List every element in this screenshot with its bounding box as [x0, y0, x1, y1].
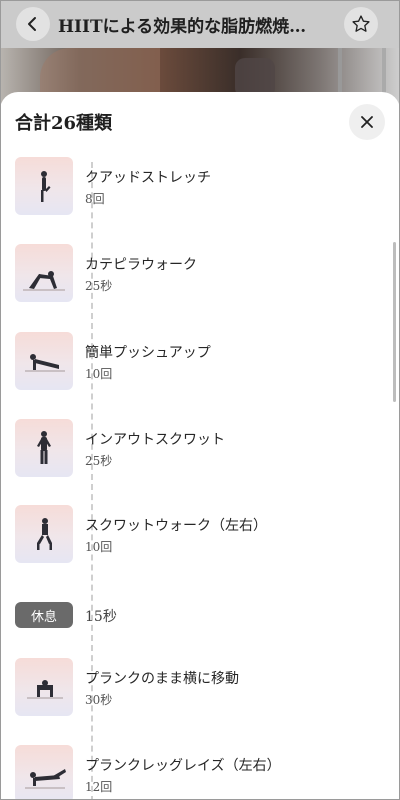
exercise-item[interactable]: クアッドストレッチ 8回	[15, 157, 375, 217]
exercise-name: カテピラウォーク	[85, 257, 197, 273]
close-icon	[361, 116, 373, 128]
exercise-item[interactable]: プランクのまま横に移動 30秒	[15, 658, 375, 718]
app-header: HIITによる効果的な脂肪燃焼…	[0, 0, 400, 48]
exercise-item[interactable]: プランクレッグレイズ（左右） 12回	[15, 745, 375, 800]
exercise-reps: 12回	[85, 780, 113, 794]
exercise-thumbnail	[15, 419, 73, 477]
exercise-item[interactable]: インアウトスクワット 25秒	[15, 419, 375, 479]
scrollbar[interactable]	[393, 242, 396, 402]
rest-item: 休息 15秒	[15, 600, 375, 632]
back-button[interactable]	[16, 7, 50, 41]
star-outline-icon	[352, 15, 370, 32]
exercise-reps: 8回	[85, 192, 105, 206]
sheet-title: 合計26種類	[15, 113, 113, 134]
exercise-name: クアッドストレッチ	[85, 170, 211, 186]
rest-badge: 休息	[15, 602, 73, 628]
exercise-thumbnail	[15, 244, 73, 302]
exercise-thumbnail	[15, 505, 73, 563]
exercise-name: プランクレッグレイズ（左右）	[85, 758, 281, 774]
exercise-thumbnail	[15, 332, 73, 390]
rest-duration: 15秒	[85, 609, 117, 625]
exercise-thumbnail	[15, 745, 73, 800]
exercise-name: プランクのまま横に移動	[85, 671, 239, 687]
exercise-duration: 25秒	[85, 279, 113, 293]
chevron-left-icon	[28, 17, 36, 31]
exercise-item[interactable]: 簡単プッシュアップ 10回	[15, 332, 375, 392]
exercise-name: 簡単プッシュアップ	[85, 345, 211, 361]
exercise-thumbnail	[15, 658, 73, 716]
exercise-thumbnail	[15, 157, 73, 215]
exercise-item[interactable]: スクワットウォーク（左右） 10回	[15, 505, 375, 565]
exercise-reps: 10回	[85, 540, 113, 554]
exercise-reps: 10回	[85, 367, 113, 381]
exercise-duration: 30秒	[85, 693, 113, 707]
page-title: HIITによる効果的な脂肪燃焼…	[58, 17, 307, 37]
exercise-item[interactable]: カテピラウォーク 25秒	[15, 244, 375, 304]
exercise-name: スクワットウォーク（左右）	[85, 518, 267, 534]
exercise-list-sheet: 合計26種類 クアッドストレッチ 8回 カテピラウォーク 25秒 簡単プッシュア…	[0, 92, 400, 800]
exercise-name: インアウトスクワット	[85, 432, 225, 448]
close-button[interactable]	[349, 104, 385, 140]
exercise-duration: 25秒	[85, 454, 113, 468]
favorite-button[interactable]	[344, 7, 378, 41]
